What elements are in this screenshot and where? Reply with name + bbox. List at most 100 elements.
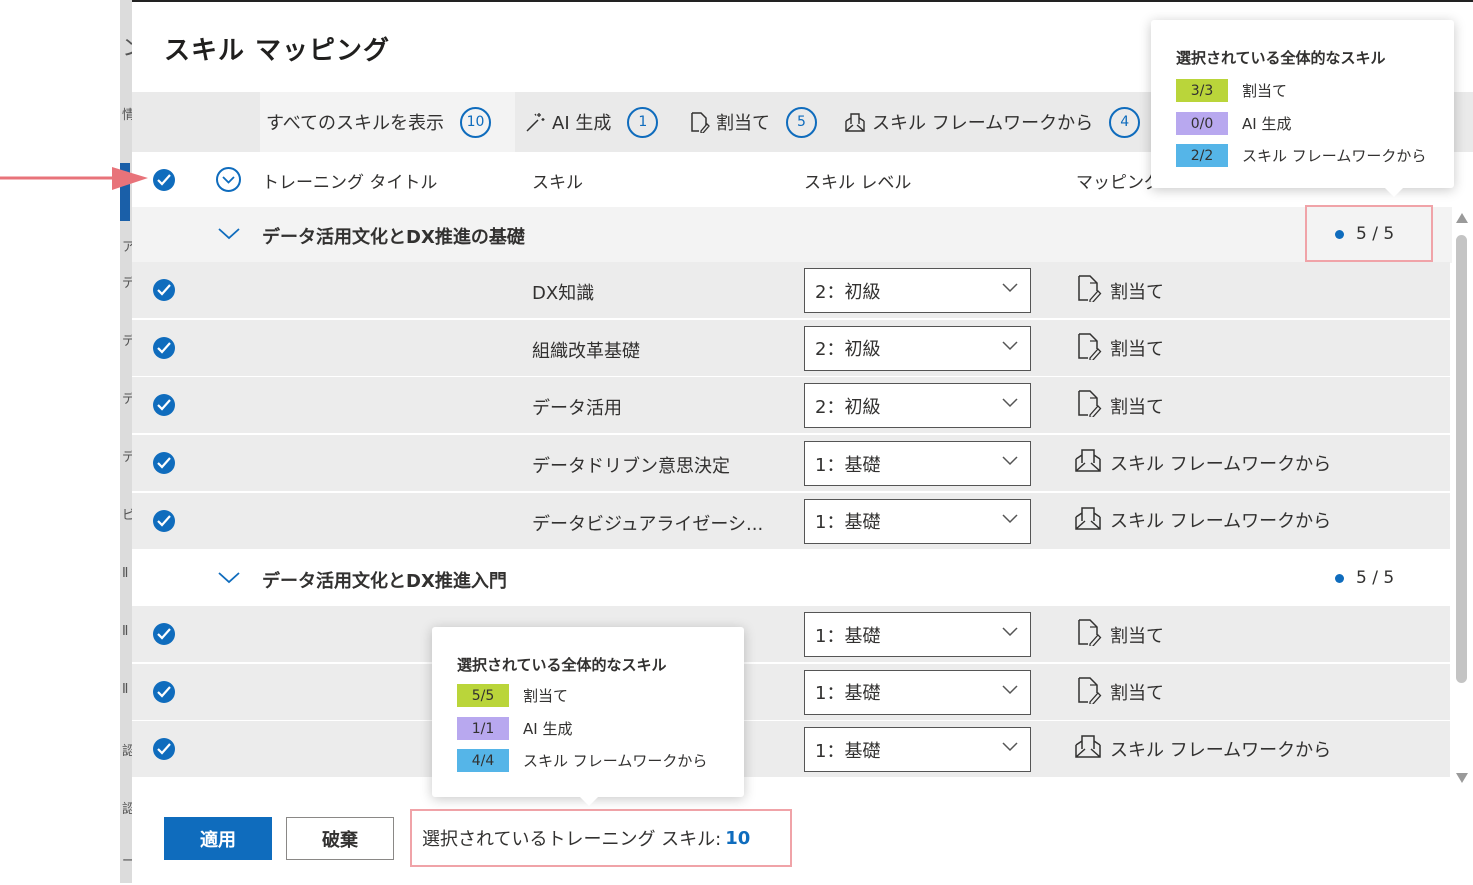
mapping-label: 割当て (1110, 339, 1164, 361)
annotation-arrow (0, 167, 148, 190)
count-badge: 10 (460, 106, 492, 138)
group-count-text: 5 / 5 (1356, 568, 1395, 588)
row-checkbox[interactable] (153, 738, 175, 761)
chevron-down-icon (222, 175, 235, 184)
row-checkbox[interactable] (153, 394, 175, 417)
popup-row: 5/5 割当て (457, 684, 568, 707)
chevron-down-icon (1002, 514, 1018, 523)
assign-doc-icon (688, 111, 710, 133)
callout-highlight (1305, 205, 1433, 262)
skill-level-dropdown[interactable]: 2：初級 (804, 268, 1031, 313)
skill-row[interactable]: ...知識1：基礎割当て (132, 606, 1450, 663)
selected-skill-count[interactable]: 選択されているトレーニング スキル: 10 (410, 809, 792, 867)
skill-level-value: 1：基礎 (815, 454, 881, 476)
count-chip: 3/3 (1176, 79, 1228, 102)
chevron-down-icon (218, 572, 240, 584)
assign-doc-icon (1074, 389, 1102, 422)
assign-doc-icon (1074, 618, 1102, 651)
skill-row[interactable]: データドリブン意思決定 1：基礎 スキル フレームワークから (132, 435, 1450, 493)
scroll-down-icon[interactable] (1456, 773, 1468, 783)
count-badge: 4 (1109, 106, 1141, 138)
chevron-down-icon (1002, 627, 1018, 637)
assign-doc-icon (1074, 676, 1102, 709)
mapping-label: スキル フレームワークから (1110, 511, 1332, 533)
chevron-down-icon (218, 228, 240, 240)
group-title: データ活用文化とDX推進の基礎 (262, 227, 525, 248)
popup-row-label: AI 生成 (1242, 115, 1292, 133)
skill-level-value: 2：初級 (815, 396, 881, 418)
bg-char: Ⅱ (122, 682, 129, 697)
skill-level-dropdown[interactable]: 1：基礎 (804, 441, 1031, 487)
vertical-scrollbar[interactable] (1453, 207, 1471, 787)
collapse-group-chevron[interactable] (218, 569, 240, 588)
popup-row: 2/2 スキル フレームワークから (1176, 144, 1426, 167)
skill-level-value: 1：基礎 (815, 683, 881, 705)
popup-row: 1/1 AI 生成 (457, 717, 572, 740)
popup-row-label: 割当て (523, 687, 569, 705)
skill-level-dropdown[interactable]: 1：基礎 (804, 498, 1031, 544)
skill-level-dropdown[interactable]: 2：初級 (804, 325, 1031, 371)
skill-name: データ活用 (532, 398, 622, 420)
tab-all-skills[interactable]: すべてのスキルを表示 10 (260, 92, 515, 152)
tab-label: すべてのスキルを表示 (266, 113, 445, 134)
sparkle-icon (524, 111, 546, 133)
tab-label: AI 生成 (552, 113, 612, 134)
skill-row[interactable]: 1：基礎 スキル フレームワークから (132, 721, 1450, 779)
assign-doc-icon (1074, 332, 1102, 365)
discard-button[interactable]: 破棄 (286, 817, 394, 860)
bg-char: Ⅱ (122, 566, 129, 581)
select-all-checkbox[interactable] (153, 169, 175, 191)
count-badge: 1 (627, 106, 659, 138)
column-header-title[interactable]: トレーニング タイトル (262, 168, 437, 193)
count-badge: 5 (786, 106, 817, 138)
skill-row[interactable]: 組織改革基礎 2：初級 割当て (132, 319, 1450, 377)
skill-level-dropdown[interactable]: 1：基礎 (804, 612, 1031, 657)
skill-level-value: 1：基礎 (815, 740, 881, 762)
row-checkbox[interactable] (153, 279, 175, 301)
selected-count-label: 選択されているトレーニング スキル: (422, 829, 722, 850)
row-checkbox[interactable] (153, 452, 175, 475)
skill-row[interactable]: 1：基礎 割当て (132, 663, 1450, 721)
skill-row[interactable]: DX知識 2：初級 割当て (132, 262, 1450, 319)
skill-level-value: 2：初級 (815, 339, 881, 361)
row-checkbox[interactable] (153, 680, 175, 703)
tab-label: 割当て (716, 113, 770, 134)
column-header-mapping[interactable]: マッピング (1076, 168, 1161, 193)
popup-row: 4/4 スキル フレームワークから (457, 749, 707, 772)
mapping-label: 割当て (1110, 683, 1164, 705)
row-checkbox[interactable] (153, 336, 175, 359)
count-chip: 4/4 (457, 749, 509, 772)
skill-row[interactable]: データビジュアライゼーシ... 1：基礎 スキル フレームワークから (132, 492, 1450, 550)
group-row[interactable]: データ活用文化とDX推進入門 5 / 5 (132, 551, 1452, 607)
scroll-thumb[interactable] (1456, 235, 1467, 683)
group-row[interactable]: データ活用文化とDX推進の基礎 5 / 5 (132, 207, 1452, 263)
expand-all-button[interactable] (216, 167, 241, 192)
mapping-source: 割当て (1074, 389, 1164, 422)
chevron-down-icon (1002, 398, 1018, 408)
bg-char: Ⅱ (122, 624, 129, 639)
group-title: データ活用文化とDX推進入門 (262, 571, 507, 592)
skill-row[interactable]: データ活用 2：初級 割当て (132, 377, 1450, 435)
framework-icon (844, 111, 866, 133)
tab-assigned[interactable]: 割当て 5 (688, 92, 817, 152)
mapping-source: 割当て (1074, 676, 1164, 709)
assign-doc-icon (1074, 274, 1102, 307)
collapse-group-chevron[interactable] (218, 225, 240, 244)
chevron-down-icon (1002, 341, 1018, 350)
apply-button[interactable]: 適用 (164, 817, 272, 860)
column-header-level[interactable]: スキル レベル (804, 168, 911, 193)
group-skill-count[interactable]: 5 / 5 (1335, 568, 1394, 588)
tab-label: スキル フレームワークから (872, 113, 1094, 134)
chevron-down-icon (1002, 685, 1018, 694)
tab-from-framework[interactable]: スキル フレームワークから 4 (844, 92, 1141, 152)
scroll-up-icon[interactable] (1456, 213, 1468, 223)
popup-row-label: 割当て (1242, 82, 1288, 100)
column-header-skill[interactable]: スキル (532, 168, 583, 193)
row-checkbox[interactable] (153, 509, 175, 532)
tab-ai-generated[interactable]: AI 生成 1 (524, 92, 659, 152)
skill-level-value: 1：基礎 (815, 625, 881, 647)
skill-level-dropdown[interactable]: 1：基礎 (804, 669, 1031, 715)
row-checkbox[interactable] (153, 623, 175, 645)
skill-level-dropdown[interactable]: 2：初級 (804, 383, 1031, 429)
skill-level-dropdown[interactable]: 1：基礎 (804, 727, 1031, 773)
